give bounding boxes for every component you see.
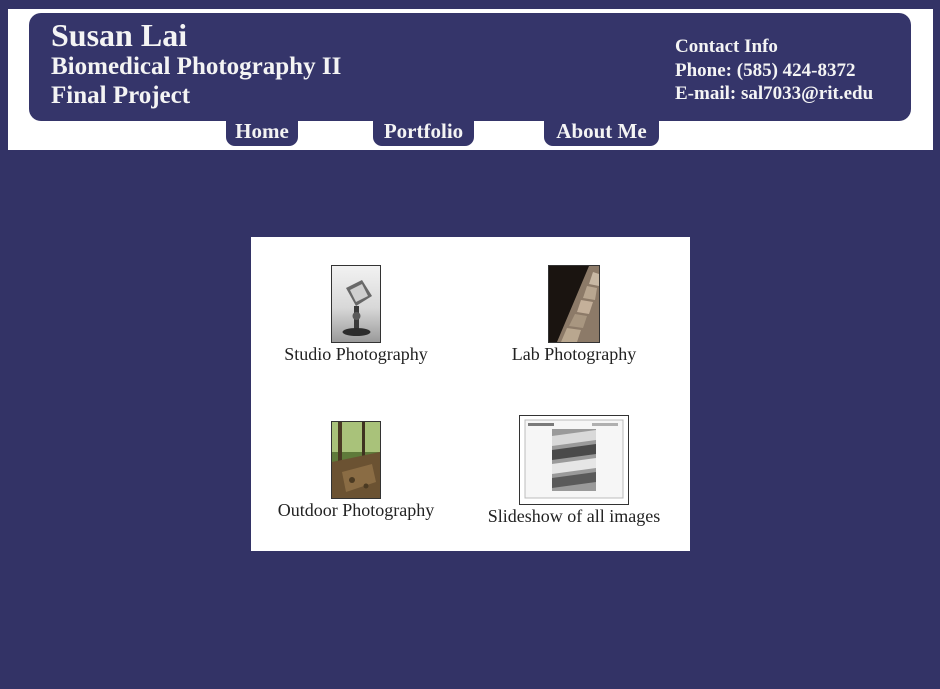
contact-heading: Contact Info <box>675 36 778 57</box>
glass-sculpture-thumbnail[interactable] <box>331 265 381 343</box>
header: Susan Lai Biomedical Photography II Fina… <box>8 9 933 150</box>
gallery-label-studio[interactable]: Studio Photography <box>263 344 449 365</box>
nav-home-link[interactable]: Home <box>226 119 298 146</box>
site-subtitle: Biomedical Photography II <box>51 53 342 80</box>
gallery-item-outdoor[interactable]: Outdoor Photography <box>263 421 449 521</box>
contact-phone: Phone: (585) 424-8372 <box>675 60 856 81</box>
nav-about-link[interactable]: About Me <box>544 119 659 146</box>
site-project-title: Final Project <box>51 82 191 109</box>
gallery-label-lab[interactable]: Lab Photography <box>481 344 667 365</box>
gallery-item-studio[interactable]: Studio Photography <box>263 265 449 365</box>
contact-email[interactable]: E-mail: sal7033@rit.edu <box>675 82 873 105</box>
forest-trail-thumbnail[interactable] <box>331 421 381 499</box>
site-title-name: Susan Lai <box>51 17 188 53</box>
gallery-item-lab[interactable]: Lab Photography <box>481 265 667 365</box>
contact-info: Contact Info Phone: (585) 424-8372 E-mai… <box>675 35 873 105</box>
banner: Susan Lai Biomedical Photography II Fina… <box>29 13 911 121</box>
portfolio-gallery: Studio Photography Lab Photography Outdo… <box>251 237 690 551</box>
gallery-label-slideshow[interactable]: Slideshow of all images <box>473 506 675 527</box>
nav-portfolio-link[interactable]: Portfolio <box>373 119 474 146</box>
spine-specimen-thumbnail[interactable] <box>548 265 600 343</box>
gallery-label-outdoor[interactable]: Outdoor Photography <box>263 500 449 521</box>
slideshow-preview-thumbnail[interactable] <box>519 415 629 505</box>
gallery-item-slideshow[interactable]: Slideshow of all images <box>473 415 675 527</box>
